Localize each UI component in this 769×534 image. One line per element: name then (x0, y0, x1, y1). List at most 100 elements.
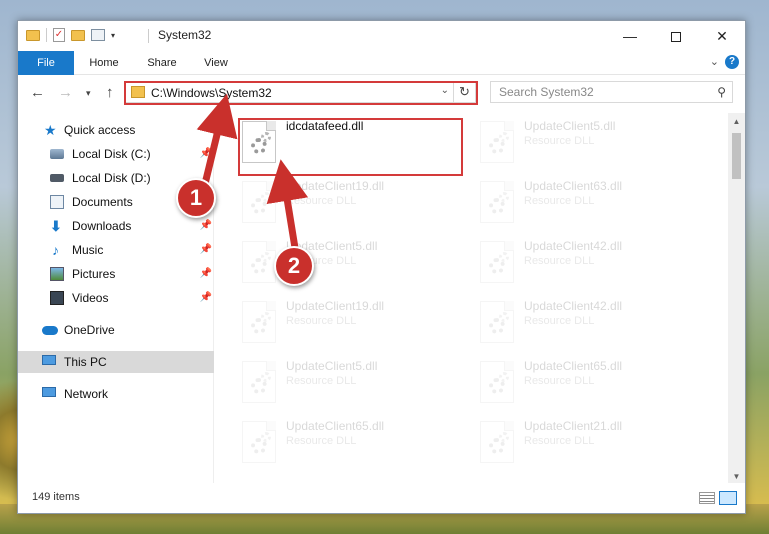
scroll-up-icon[interactable]: ▲ (728, 113, 745, 130)
refresh-button[interactable]: ↻ (453, 82, 475, 102)
vertical-scrollbar[interactable]: ▲ ▼ (728, 113, 745, 485)
tiles-view-icon[interactable] (719, 491, 737, 505)
pictures-icon (50, 267, 64, 281)
tab-share[interactable]: Share (134, 51, 190, 75)
pin-icon[interactable]: 📌 (200, 287, 212, 309)
dll-file-icon (242, 301, 276, 343)
title-bar: ✓ ▾ System32 — ✕ (18, 21, 745, 51)
sidebar-item-label: This PC (64, 355, 107, 369)
file-type: Resource DLL (524, 135, 595, 147)
details-view-icon[interactable] (699, 492, 715, 504)
file-name: UpdateClient65.dll (524, 359, 623, 373)
file-type: Resource DLL (524, 255, 595, 267)
sidebar-item-label: Music (72, 243, 104, 257)
callout-1: 1 (176, 178, 216, 218)
pin-icon[interactable]: 📌 (200, 239, 212, 261)
quick-access-toolbar: ✓ ▾ (26, 28, 115, 42)
sidebar-item-local-disk-c[interactable]: Local Disk (C:) 📌 (18, 143, 214, 165)
sidebar-item-label: Videos (72, 291, 109, 305)
pin-icon[interactable]: 📌 (200, 215, 212, 237)
recent-locations-button[interactable]: ▾ (86, 88, 91, 99)
tab-view[interactable]: View (190, 51, 242, 75)
sidebar-item-network[interactable]: Network (18, 383, 214, 405)
file-name: UpdateClient42.dll (524, 299, 623, 313)
file-name: UpdateClient19.dll (286, 179, 385, 193)
minimize-button[interactable]: — (607, 21, 653, 51)
scrollbar-thumb[interactable] (732, 133, 741, 179)
new-folder-icon[interactable] (71, 29, 85, 41)
forward-button[interactable]: → (58, 84, 73, 101)
help-icon[interactable]: ? (725, 55, 739, 69)
file-type: Resource DLL (286, 375, 357, 387)
file-item[interactable]: UpdateClient21.dll Resource DLL (476, 417, 706, 473)
dll-file-icon (242, 121, 276, 163)
file-item[interactable]: UpdateClient63.dll Resource DLL (476, 177, 706, 233)
file-type: Resource DLL (524, 435, 595, 447)
sidebar-item-label: Local Disk (D:) (72, 171, 151, 185)
sidebar-item-label: Local Disk (C:) (72, 147, 151, 161)
file-name: UpdateClient5.dll (524, 119, 616, 133)
folder-icon (131, 86, 145, 98)
sidebar-item-music[interactable]: ♪ Music 📌 (18, 239, 214, 261)
file-item[interactable]: UpdateClient19.dll Resource DLL (238, 177, 468, 233)
this-pc-icon (42, 355, 56, 365)
address-path[interactable]: C:\Windows\System32 (151, 86, 272, 100)
dll-file-icon (480, 361, 514, 403)
sidebar-item-videos[interactable]: Videos 📌 (18, 287, 214, 309)
properties-check-icon[interactable]: ✓ (53, 28, 65, 42)
title-divider (148, 29, 149, 43)
file-name: UpdateClient63.dll (524, 179, 623, 193)
ribbon-tabs: File Home Share View ⌄ ? (18, 51, 745, 75)
file-type: Resource DLL (524, 195, 595, 207)
tab-home[interactable]: Home (74, 51, 134, 75)
expand-ribbon-icon[interactable]: ⌄ (710, 55, 719, 68)
maximize-button[interactable] (653, 21, 699, 51)
sidebar-item-label: Quick access (64, 123, 136, 137)
sidebar-item-onedrive[interactable]: OneDrive (18, 319, 214, 341)
file-item[interactable]: UpdateClient5.dll Resource DLL (238, 237, 468, 293)
sidebar-item-downloads[interactable]: ⬇ Downloads 📌 (18, 215, 214, 237)
star-icon: ★ (44, 122, 57, 138)
search-input[interactable] (499, 82, 699, 102)
onedrive-icon (42, 326, 58, 335)
properties-icon[interactable] (91, 29, 105, 41)
file-item[interactable]: UpdateClient42.dll Resource DLL (476, 297, 706, 353)
documents-icon (50, 195, 64, 209)
dll-file-icon (242, 181, 276, 223)
dll-file-icon (480, 421, 514, 463)
dll-file-icon (242, 241, 276, 283)
sidebar-item-label: Pictures (72, 267, 116, 281)
file-type: Resource DLL (524, 375, 595, 387)
file-type: Resource DLL (286, 435, 357, 447)
file-item[interactable]: UpdateClient65.dll Resource DLL (238, 417, 468, 473)
address-dropdown-icon[interactable]: ⌄ (441, 85, 449, 96)
toolbar-divider (46, 28, 47, 42)
music-icon: ♪ (52, 242, 59, 258)
file-item[interactable]: UpdateClient19.dll Resource DLL (238, 297, 468, 353)
pin-icon[interactable]: 📌 (200, 143, 212, 165)
back-button[interactable]: ← (30, 84, 45, 101)
file-item[interactable]: UpdateClient5.dll Resource DLL (476, 117, 706, 173)
sidebar-item-pictures[interactable]: Pictures 📌 (18, 263, 214, 285)
address-bar[interactable]: C:\Windows\System32 ⌄ ↻ (124, 81, 476, 103)
sidebar-item-quick-access[interactable]: ★ Quick access (18, 119, 214, 141)
close-button[interactable]: ✕ (699, 21, 745, 51)
search-box[interactable]: ⚲ (490, 81, 733, 103)
file-item[interactable]: UpdateClient5.dll Resource DLL (238, 357, 468, 413)
file-item[interactable]: UpdateClient42.dll Resource DLL (476, 237, 706, 293)
pin-icon[interactable]: 📌 (200, 263, 212, 285)
search-icon[interactable]: ⚲ (717, 85, 726, 99)
sidebar-item-label: Network (64, 387, 109, 401)
file-item-idcdatafeed[interactable]: idcdatafeed.dll (238, 117, 468, 173)
up-button[interactable]: ↑ (106, 84, 114, 101)
file-name: UpdateClient65.dll (286, 419, 385, 433)
sidebar-item-this-pc[interactable]: This PC (18, 351, 214, 373)
tab-file[interactable]: File (18, 51, 74, 75)
customize-toolbar-dropdown[interactable]: ▾ (111, 31, 115, 40)
dll-file-icon (480, 301, 514, 343)
dll-file-icon (480, 181, 514, 223)
file-name: idcdatafeed.dll (286, 119, 364, 133)
file-item[interactable]: UpdateClient65.dll Resource DLL (476, 357, 706, 413)
videos-icon (50, 291, 64, 305)
navigation-bar: ← → ▾ ↑ C:\Windows\System32 ⌄ ↻ ⚲ (18, 75, 745, 111)
